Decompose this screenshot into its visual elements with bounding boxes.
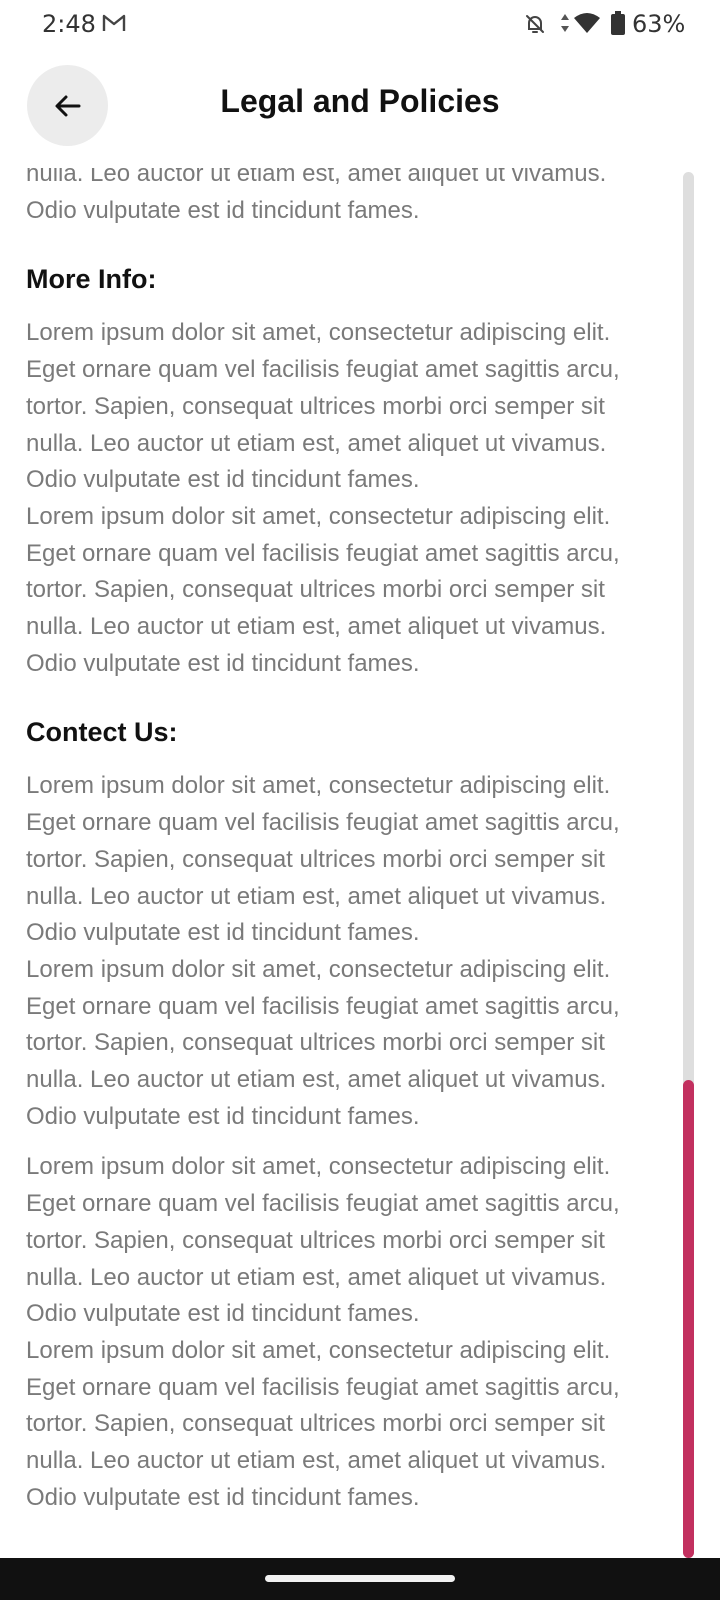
navigation-bar [0, 1558, 720, 1600]
battery-icon [611, 11, 625, 35]
top-paragraph-fragment: nulla. Leo auctor ut etiam est, amet ali… [26, 168, 607, 224]
app-bar: Legal and Policies [0, 58, 720, 158]
paragraph: Lorem ipsum dolor sit amet, consectetur … [26, 319, 620, 494]
page-title: Legal and Policies [220, 83, 500, 119]
paragraph: Lorem ipsum dolor sit amet, consectetur … [26, 772, 620, 947]
bell-off-icon [526, 15, 544, 33]
status-time: 2:48 [42, 10, 96, 38]
section-heading-more-info: More Info: [26, 264, 157, 295]
section-heading-contact-us: Contect Us: [26, 717, 178, 748]
gmail-icon [102, 14, 126, 31]
home-gesture-handle[interactable] [265, 1575, 455, 1582]
status-bar: 2:48 63% [0, 0, 720, 50]
paragraph: Lorem ipsum dolor sit amet, consectetur … [26, 502, 620, 677]
paragraph: Lorem ipsum dolor sit amet, consectetur … [26, 1153, 620, 1328]
wifi-icon [574, 13, 600, 33]
paragraph: Lorem ipsum dolor sit amet, consectetur … [26, 955, 620, 1130]
policy-content-scroll[interactable]: nulla. Leo auctor ut etiam est, amet ali… [0, 168, 720, 1558]
data-icon [561, 14, 569, 32]
policy-content: nulla. Leo auctor ut etiam est, amet ali… [26, 168, 666, 1517]
battery-percentage: 63% [632, 10, 686, 38]
paragraph: Lorem ipsum dolor sit amet, consectetur … [26, 1336, 620, 1511]
scrollbar-thumb[interactable] [683, 1080, 694, 1558]
